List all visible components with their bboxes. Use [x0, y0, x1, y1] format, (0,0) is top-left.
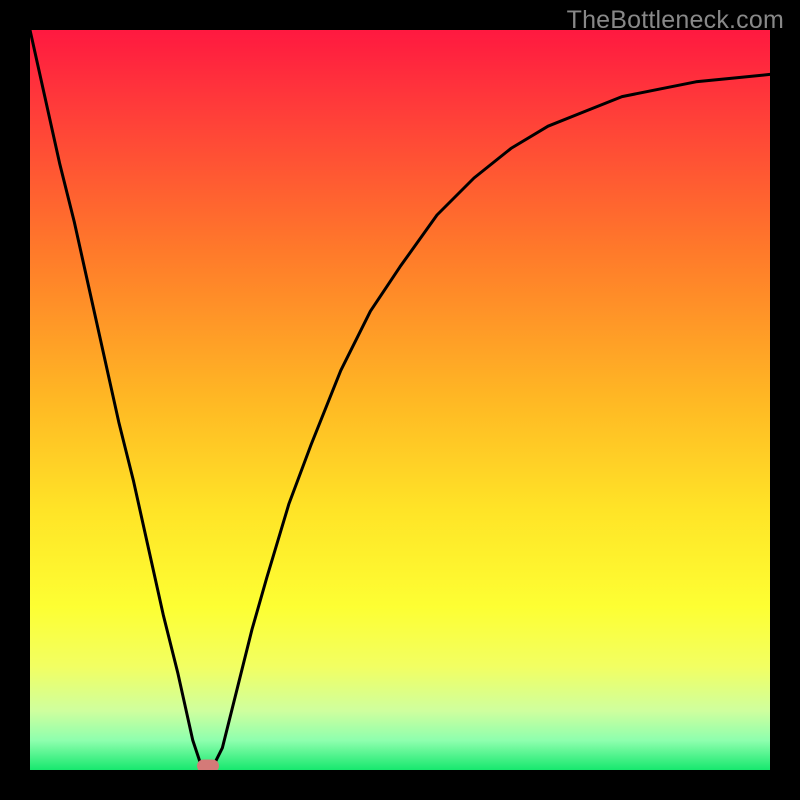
bottleneck-curve — [30, 30, 770, 770]
plot-area — [30, 30, 770, 770]
chart-frame: TheBottleneck.com — [0, 0, 800, 800]
optimal-point-marker — [197, 760, 219, 771]
